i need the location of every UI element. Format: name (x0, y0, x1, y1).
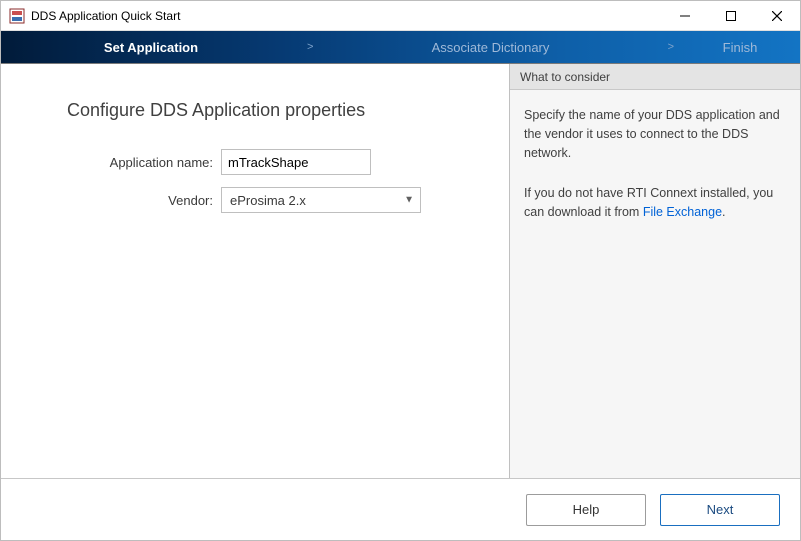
help-text-1: Specify the name of your DDS application… (524, 106, 786, 162)
vendor-select[interactable]: eProsima 2.x ▼ (221, 187, 421, 213)
help-panel: What to consider Specify the name of you… (510, 64, 800, 478)
minimize-button[interactable] (662, 1, 708, 31)
step-label: Associate Dictionary (432, 40, 550, 55)
step-associate-dictionary[interactable]: Associate Dictionary (319, 31, 661, 63)
help-panel-header: What to consider (510, 64, 800, 90)
button-label: Next (707, 502, 734, 517)
caret-down-icon: ▼ (404, 195, 414, 206)
step-finish[interactable]: Finish (680, 31, 800, 63)
app-icon (9, 8, 25, 24)
appname-input[interactable] (221, 149, 371, 175)
chevron-right-icon: > (662, 31, 680, 63)
wizard-step-bar: Set Application > Associate Dictionary >… (1, 31, 800, 64)
file-exchange-link[interactable]: File Exchange (643, 205, 722, 219)
app-window: DDS Application Quick Start Set Applicat… (0, 0, 801, 541)
vendor-value: eProsima 2.x (230, 193, 306, 208)
vendor-row: Vendor: eProsima 2.x ▼ (21, 187, 489, 213)
appname-label: Application name: (21, 155, 221, 170)
step-label: Set Application (104, 40, 198, 55)
help-text-2: If you do not have RTI Connext installed… (524, 184, 786, 222)
help-text-2b: . (722, 205, 725, 219)
help-panel-body: Specify the name of your DDS application… (510, 90, 800, 260)
page-heading: Configure DDS Application properties (21, 100, 489, 121)
button-label: Help (573, 502, 600, 517)
appname-row: Application name: (21, 149, 489, 175)
footer-bar: Help Next (1, 478, 800, 540)
window-title: DDS Application Quick Start (31, 9, 180, 23)
next-button[interactable]: Next (660, 494, 780, 526)
chevron-right-icon: > (301, 31, 319, 63)
step-set-application[interactable]: Set Application (1, 31, 301, 63)
title-bar: DDS Application Quick Start (1, 1, 800, 31)
content-area: Configure DDS Application properties App… (1, 64, 800, 478)
form-panel: Configure DDS Application properties App… (1, 64, 510, 478)
close-button[interactable] (754, 1, 800, 31)
step-label: Finish (723, 40, 758, 55)
help-button[interactable]: Help (526, 494, 646, 526)
maximize-button[interactable] (708, 1, 754, 31)
vendor-label: Vendor: (21, 193, 221, 208)
